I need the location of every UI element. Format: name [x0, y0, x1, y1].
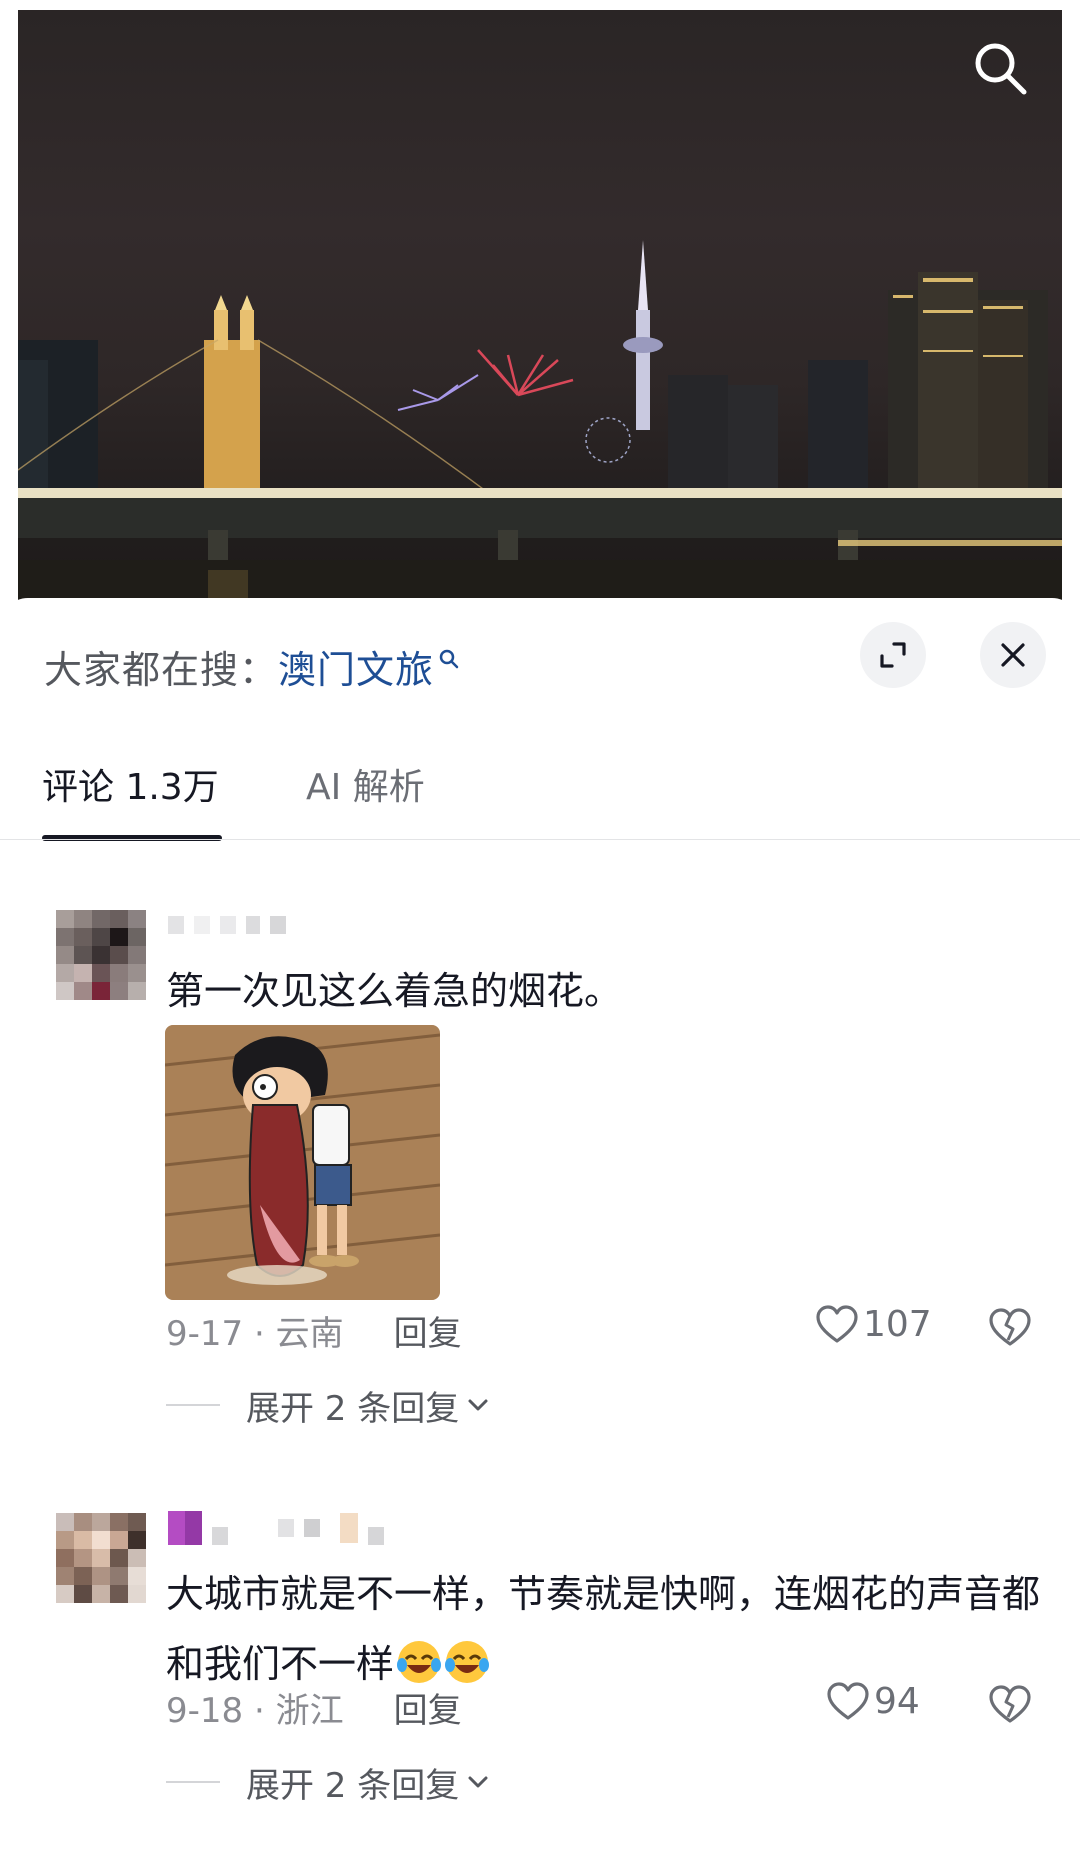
dislike-button[interactable]: [988, 1685, 1032, 1729]
expand-replies-button[interactable]: 展开 2 条回复: [166, 1757, 491, 1807]
video-player[interactable]: [0, 0, 1080, 640]
replies-divider-line: [166, 1404, 220, 1406]
chevron-down-icon: [468, 1776, 488, 1788]
close-button[interactable]: [980, 622, 1046, 688]
video-search-button[interactable]: [968, 36, 1032, 100]
broken-heart-icon: [989, 1685, 1031, 1723]
avatar[interactable]: [56, 910, 146, 1000]
tabs-divider: [0, 839, 1080, 840]
comment-text-content: 大城市就是不一样，节奏就是快啊，连烟花的声音都和我们不一样: [166, 1572, 1041, 1686]
heart-icon: [816, 1304, 858, 1343]
comment-meta: 9-17 · 云南 回复: [166, 1305, 462, 1355]
chevron-down-icon: [468, 1399, 488, 1411]
hot-search-label: 大家都在搜：: [44, 647, 279, 692]
cartoon-sticker-image: [165, 1025, 440, 1300]
heart-icon: [827, 1681, 869, 1720]
expand-replies-button[interactable]: 展开 2 条回复: [166, 1380, 491, 1430]
tab-bar: 评论 1.3万 AI 解析: [0, 748, 1080, 841]
comment-sticker-image[interactable]: [165, 1025, 440, 1300]
fireworks-scene-image: [18, 240, 1062, 630]
search-small-icon: [439, 649, 459, 669]
reply-button[interactable]: 回复: [394, 1683, 462, 1732]
close-icon: [1001, 643, 1025, 667]
expand-button[interactable]: [860, 622, 926, 688]
like-count: 107: [863, 1304, 932, 1345]
comment-meta: 9-18 · 浙江 回复: [166, 1682, 462, 1732]
replies-divider-line: [166, 1781, 220, 1783]
comment-date-location: 9-18 · 浙江: [166, 1690, 344, 1731]
expand-icon: [880, 642, 906, 668]
reply-button[interactable]: 回复: [394, 1306, 462, 1355]
comment-date-location: 9-17 · 云南: [166, 1313, 344, 1354]
expand-replies-label: 展开 2 条回复: [246, 1765, 460, 1806]
username-pixelated[interactable]: [168, 910, 286, 940]
expand-replies-label: 展开 2 条回复: [246, 1388, 460, 1429]
like-count: 94: [874, 1681, 920, 1722]
hot-search-row[interactable]: 大家都在搜： 澳门文旅: [44, 638, 460, 694]
username-pixelated[interactable]: [168, 1511, 384, 1545]
like-button[interactable]: 107: [815, 1304, 932, 1345]
tab-ai-analysis[interactable]: AI 解析: [306, 758, 425, 810]
avatar[interactable]: [56, 1513, 146, 1603]
dislike-button[interactable]: [988, 1308, 1032, 1352]
active-tab-indicator: [42, 835, 222, 841]
comment-text: 第一次见这么着急的烟花。: [166, 969, 623, 1013]
tab-comments[interactable]: 评论 1.3万: [42, 758, 219, 810]
video-frame[interactable]: [18, 10, 1062, 630]
search-icon: [975, 43, 1027, 95]
like-button[interactable]: 94: [826, 1681, 920, 1722]
broken-heart-icon: [989, 1308, 1031, 1346]
hot-search-term[interactable]: 澳门文旅: [278, 639, 434, 694]
comments-sheet: 大家都在搜： 澳门文旅 评论 1.3万 AI 解析 第一次见这么着急的烟花。 9…: [0, 598, 1080, 1856]
